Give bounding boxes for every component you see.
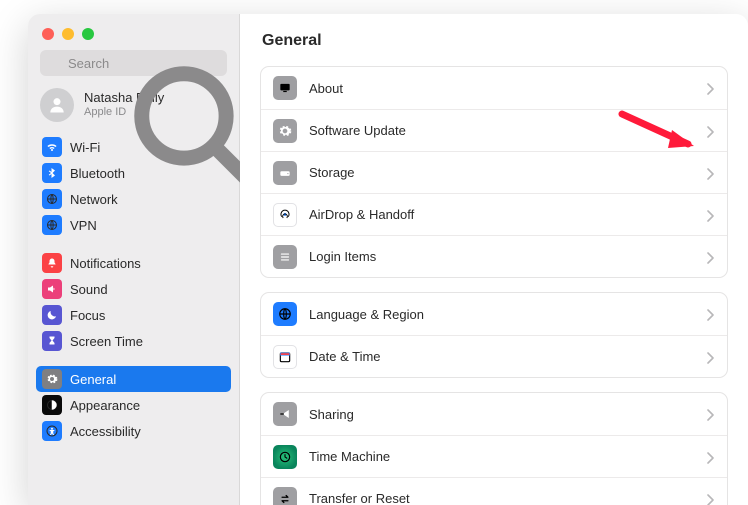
chevron-right-icon — [707, 308, 715, 320]
row-language-region[interactable]: Language & Region — [261, 293, 727, 335]
share-icon — [273, 402, 297, 426]
search-icon — [48, 55, 62, 69]
row-label: AirDrop & Handoff — [309, 207, 695, 222]
settings-panel: Language & Region Date & Time — [260, 292, 728, 378]
sidebar-item-vpn[interactable]: VPN — [36, 212, 231, 238]
row-label: Storage — [309, 165, 695, 180]
row-time-machine[interactable]: Time Machine — [261, 435, 727, 477]
gear-icon — [273, 119, 297, 143]
sidebar-item-label: General — [70, 372, 116, 387]
settings-panel: Sharing Time Machine Transfer or Reset — [260, 392, 728, 505]
airdrop-icon — [273, 203, 297, 227]
sidebar-item-general[interactable]: General — [36, 366, 231, 392]
row-login-items[interactable]: Login Items — [261, 235, 727, 277]
sidebar-item-focus[interactable]: Focus — [36, 302, 231, 328]
main-panel: General About Software Update Storage Ai… — [240, 14, 748, 505]
sidebar-item-label: Focus — [70, 308, 105, 323]
row-airdrop-handoff[interactable]: AirDrop & Handoff — [261, 193, 727, 235]
sidebar-item-sound[interactable]: Sound — [36, 276, 231, 302]
chevron-right-icon — [707, 125, 715, 137]
vpn-icon — [42, 215, 62, 235]
row-label: Software Update — [309, 123, 695, 138]
chevron-right-icon — [707, 451, 715, 463]
close-button[interactable] — [42, 28, 54, 40]
row-label: Language & Region — [309, 307, 695, 322]
chevron-right-icon — [707, 82, 715, 94]
sidebar-group-notifications: Notifications Sound Focus Screen Time — [36, 250, 231, 354]
row-label: Transfer or Reset — [309, 491, 695, 505]
sidebar-item-label: Screen Time — [70, 334, 143, 349]
sidebar-item-label: VPN — [70, 218, 97, 233]
chevron-right-icon — [707, 493, 715, 505]
sidebar: Natasha Polly Apple ID Wi-Fi Bluetooth N… — [28, 14, 240, 505]
sidebar-item-appearance[interactable]: Appearance — [36, 392, 231, 418]
row-label: Date & Time — [309, 349, 695, 364]
row-storage[interactable]: Storage — [261, 151, 727, 193]
sidebar-item-notifications[interactable]: Notifications — [36, 250, 231, 276]
calendar-icon — [273, 345, 297, 369]
disk-icon — [273, 161, 297, 185]
gear-icon — [42, 369, 62, 389]
search — [40, 50, 227, 76]
row-transfer-reset[interactable]: Transfer or Reset — [261, 477, 727, 505]
page-title: General — [262, 32, 728, 50]
minimize-button[interactable] — [62, 28, 74, 40]
sidebar-item-accessibility[interactable]: Accessibility — [36, 418, 231, 444]
row-about[interactable]: About — [261, 67, 727, 109]
globe-icon — [273, 302, 297, 326]
appearance-icon — [42, 395, 62, 415]
row-label: Time Machine — [309, 449, 695, 464]
sidebar-item-label: Appearance — [70, 398, 140, 413]
moon-icon — [42, 305, 62, 325]
transfer-icon — [273, 487, 297, 505]
settings-window: Natasha Polly Apple ID Wi-Fi Bluetooth N… — [28, 14, 748, 505]
sidebar-item-label: Accessibility — [70, 424, 141, 439]
imac-icon — [273, 76, 297, 100]
sidebar-item-label: Sound — [70, 282, 108, 297]
clock-icon — [273, 445, 297, 469]
window-controls — [28, 24, 239, 50]
chevron-right-icon — [707, 408, 715, 420]
row-sharing[interactable]: Sharing — [261, 393, 727, 435]
sidebar-item-screen-time[interactable]: Screen Time — [36, 328, 231, 354]
chevron-right-icon — [707, 209, 715, 221]
chevron-right-icon — [707, 251, 715, 263]
settings-panel: About Software Update Storage AirDrop & … — [260, 66, 728, 278]
row-date-time[interactable]: Date & Time — [261, 335, 727, 377]
sidebar-group-system: General Appearance Accessibility — [36, 366, 231, 444]
chevron-right-icon — [707, 167, 715, 179]
hourglass-icon — [42, 331, 62, 351]
row-label: Sharing — [309, 407, 695, 422]
speaker-icon — [42, 279, 62, 299]
row-software-update[interactable]: Software Update — [261, 109, 727, 151]
chevron-right-icon — [707, 351, 715, 363]
row-label: Login Items — [309, 249, 695, 264]
fullscreen-button[interactable] — [82, 28, 94, 40]
list-icon — [273, 245, 297, 269]
sidebar-item-label: Notifications — [70, 256, 141, 271]
bell-icon — [42, 253, 62, 273]
accessibility-icon — [42, 421, 62, 441]
row-label: About — [309, 81, 695, 96]
